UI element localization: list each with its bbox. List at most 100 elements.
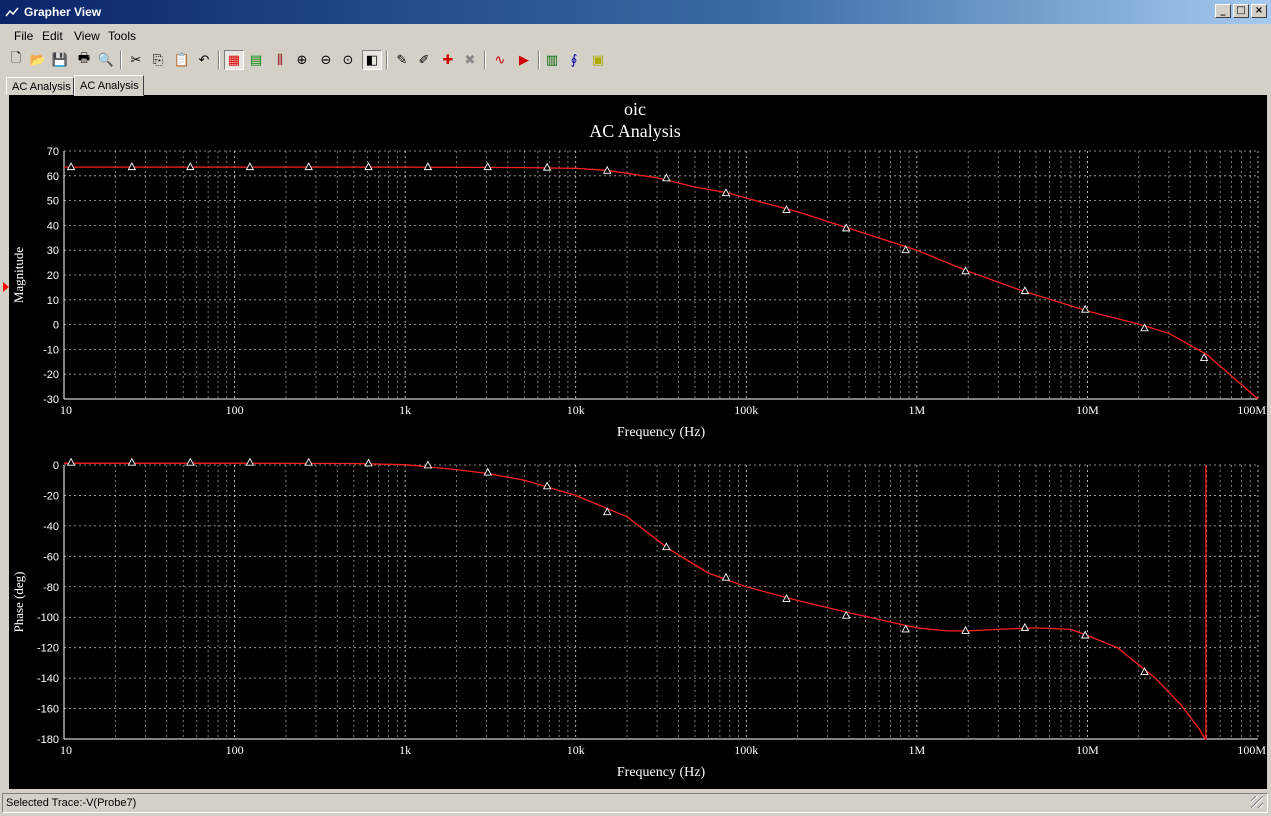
y-tick-label: -100 — [37, 612, 59, 624]
grapher-app-icon — [5, 7, 19, 17]
x-tick-label: 1k — [399, 403, 411, 417]
reverse-colors-icon[interactable]: ◧ — [362, 50, 382, 70]
trace-marker — [1020, 622, 1030, 631]
y-tick-label: -180 — [37, 734, 59, 746]
cursor-icon[interactable]: ⫼ — [270, 50, 290, 70]
y-axis-label: Magnitude — [11, 247, 26, 304]
remove-trace-icon[interactable]: ✖ — [460, 50, 480, 70]
y-tick-label: -40 — [43, 521, 59, 533]
print-preview-icon[interactable]: 🔍 — [96, 50, 116, 70]
open-icon[interactable]: 📂 — [28, 50, 48, 70]
window-title: Grapher View — [24, 5, 102, 19]
trace-marker — [304, 162, 313, 171]
x-tick-label: 100M — [1237, 743, 1266, 757]
y-tick-label: -60 — [43, 551, 59, 563]
toolbar-separator — [484, 51, 486, 69]
trace-marker — [662, 542, 671, 551]
trace-marker — [1080, 630, 1090, 639]
graph-area[interactable]: oic AC Analysis 70 60 50 40 30 20 10 0 -10 -20 -30… — [9, 95, 1267, 789]
x-tick-label: 100k — [734, 403, 758, 417]
trace-marker — [423, 162, 433, 171]
y-tick-label: -10 — [43, 344, 59, 356]
minimize-button[interactable]: _ — [1215, 4, 1231, 18]
x-tick-label: 10 — [60, 403, 72, 417]
trace-marker — [186, 457, 195, 466]
trace-marker — [721, 572, 731, 581]
menu-tools[interactable]: Tools — [108, 29, 136, 43]
menu-edit[interactable]: Edit — [42, 29, 63, 43]
trace-marker — [245, 162, 255, 171]
trace-marker — [66, 457, 76, 466]
y-tick-label: 0 — [53, 460, 59, 472]
x-axis-label: Frequency (Hz) — [617, 425, 706, 440]
new-icon[interactable]: 🗋 — [6, 50, 26, 70]
copy-icon[interactable]: ⎘ — [148, 50, 168, 70]
x-axis-label: Frequency (Hz) — [617, 765, 706, 780]
menu-bar: File Edit View Tools — [0, 26, 1271, 46]
x-tick-label: 100 — [226, 743, 244, 757]
selected-trace-status: Selected Trace:-V(Probe7) — [6, 797, 137, 809]
x-tick-label: 1M — [909, 743, 926, 757]
trace-marker — [483, 162, 493, 171]
mathcad-export-icon[interactable]: ∮ — [564, 50, 584, 70]
x-tick-label: 10k — [567, 403, 585, 417]
legend-icon[interactable]: ▤ — [246, 50, 266, 70]
y-tick-label: -20 — [43, 490, 59, 502]
y-tick-label: -160 — [37, 704, 59, 716]
menu-file[interactable]: File — [14, 29, 33, 43]
menu-view[interactable]: View — [74, 29, 100, 43]
tab-ac-analysis-2[interactable]: AC Analysis — [74, 75, 144, 96]
zoom-full-icon[interactable]: ⊙ — [338, 50, 358, 70]
trace-marker — [66, 162, 76, 171]
export-icon[interactable]: ▶ — [514, 50, 534, 70]
trace-marker — [127, 162, 137, 171]
cut-icon[interactable]: ✂ — [126, 50, 146, 70]
paste-icon[interactable]: 📋 — [172, 50, 192, 70]
toolbar-separator — [120, 51, 122, 69]
y-tick-label: 10 — [47, 295, 59, 307]
y-tick-label: -30 — [43, 394, 59, 406]
zoom-out-icon[interactable]: ⊖ — [316, 50, 336, 70]
maximize-button[interactable]: □ — [1233, 4, 1249, 18]
y-tick-label: -80 — [43, 582, 59, 594]
excel-export-icon[interactable]: ▥ — [542, 50, 562, 70]
select-trace-icon[interactable]: ✐ — [414, 50, 434, 70]
y-tick-label: 70 — [47, 146, 59, 158]
y-tick-label: 0 — [53, 320, 59, 332]
trace-marker — [245, 457, 255, 466]
zoom-in-icon[interactable]: ⊕ — [292, 50, 312, 70]
y-tick-label: 40 — [47, 220, 59, 232]
x-tick-label: 10k — [567, 743, 585, 757]
status-bar: Selected Trace:-V(Probe7) — [2, 793, 1268, 813]
x-tick-label: 1k — [399, 743, 411, 757]
undo-icon[interactable]: ↶ — [194, 50, 214, 70]
trace-marker — [186, 162, 195, 171]
trace-marker — [364, 162, 373, 171]
trace-marker — [662, 173, 671, 182]
print-icon[interactable]: 🖶 — [74, 50, 94, 70]
title-bar: Grapher View _ □ × — [0, 0, 1271, 24]
toolbar: 🗋 📂 💾 🖶 🔍 ✂ ⎘ 📋 ↶ ▦ ▤ ⫼ ⊕ ⊖ ⊙ ◧ ✎ ✐ ✚ ✖ … — [2, 48, 1268, 74]
toolbar-separator — [386, 51, 388, 69]
trace-marker — [127, 457, 137, 466]
bode-plot[interactable]: oic AC Analysis 706050403020100-10-20-30… — [9, 95, 1267, 789]
overlay-traces-icon[interactable]: ∿ — [490, 50, 510, 70]
phase-panel: 0 -20 -40 -60 -80 -100 -120 -140 -160 -18010 100 1k… — [11, 457, 1266, 780]
save-icon[interactable]: 💾 — [50, 50, 70, 70]
resize-grip-icon[interactable] — [1251, 796, 1263, 808]
x-tick-label: 10 — [60, 743, 72, 757]
x-tick-label: 10M — [1076, 743, 1099, 757]
toolbar-separator — [538, 51, 540, 69]
y-tick-label: -20 — [43, 369, 59, 381]
close-button[interactable]: × — [1251, 4, 1267, 18]
labview-export-icon[interactable]: ▣ — [588, 50, 608, 70]
grid-icon[interactable]: ▦ — [224, 50, 244, 70]
select-marks-icon[interactable]: ✎ — [392, 50, 412, 70]
add-trace-icon[interactable]: ✚ — [438, 50, 458, 70]
y-tick-label: 20 — [47, 270, 59, 282]
trace-marker — [483, 467, 493, 476]
y-tick-label: -140 — [37, 673, 59, 685]
tab-ac-analysis-1[interactable]: AC Analysis — [6, 77, 74, 95]
y-tick-label: 30 — [47, 245, 59, 257]
trace-line — [64, 462, 1207, 740]
